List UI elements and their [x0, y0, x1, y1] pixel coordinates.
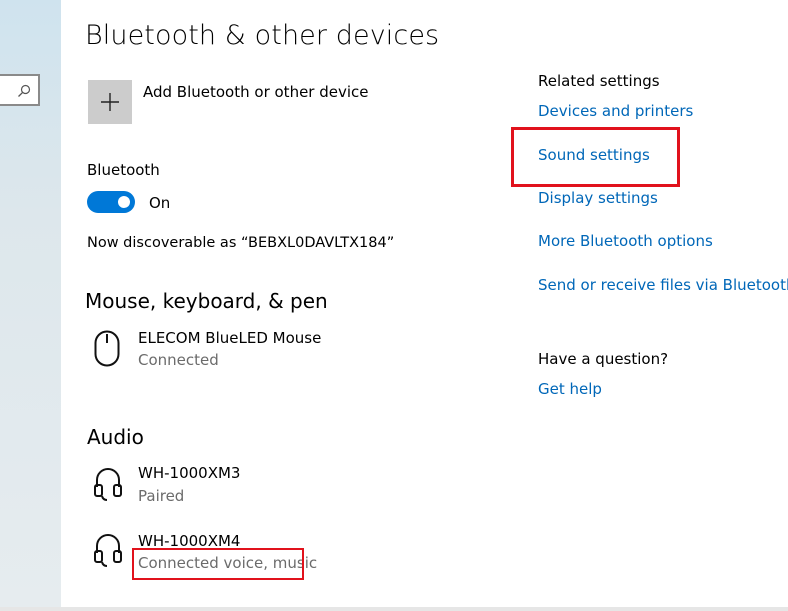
navigation-pane [0, 0, 61, 611]
device-name: WH-1000XM3 [138, 464, 241, 482]
mouse-icon [94, 330, 120, 367]
discoverable-text: Now discoverable as “BEBXL0DAVLTX184” [87, 235, 395, 251]
device-name: ELECOM BlueLED Mouse [138, 329, 322, 347]
mouse-section-heading: Mouse, keyboard, & pen [85, 289, 328, 313]
bluetooth-label: Bluetooth [87, 161, 160, 179]
devices-and-printers-link[interactable]: Devices and printers [538, 102, 693, 120]
audio-section-heading: Audio [87, 425, 144, 449]
related-settings-heading: Related settings [538, 72, 660, 90]
toggle-knob [118, 196, 130, 208]
bottom-edge [0, 607, 788, 611]
send-receive-files-link[interactable]: Send or receive files via Bluetooth [538, 276, 788, 294]
highlight-box [511, 127, 680, 187]
headphones-icon [94, 468, 122, 501]
help-heading: Have a question? [538, 350, 669, 368]
page-title: Bluetooth & other devices [85, 20, 440, 51]
bluetooth-state: On [149, 194, 171, 212]
headphones-icon [94, 534, 122, 567]
plus-icon [101, 93, 119, 111]
search-box[interactable] [0, 74, 40, 106]
more-bluetooth-options-link[interactable]: More Bluetooth options [538, 232, 713, 250]
device-status: Paired [138, 487, 185, 505]
bluetooth-toggle[interactable] [87, 191, 135, 213]
search-icon [18, 84, 31, 97]
highlight-box [132, 548, 304, 580]
add-device-button[interactable] [88, 80, 132, 124]
display-settings-link[interactable]: Display settings [538, 189, 658, 207]
get-help-link[interactable]: Get help [538, 380, 602, 398]
device-status: Connected [138, 351, 219, 369]
settings-content: Bluetooth & other devices Add Bluetooth … [61, 0, 788, 607]
add-device-label[interactable]: Add Bluetooth or other device [143, 83, 369, 101]
